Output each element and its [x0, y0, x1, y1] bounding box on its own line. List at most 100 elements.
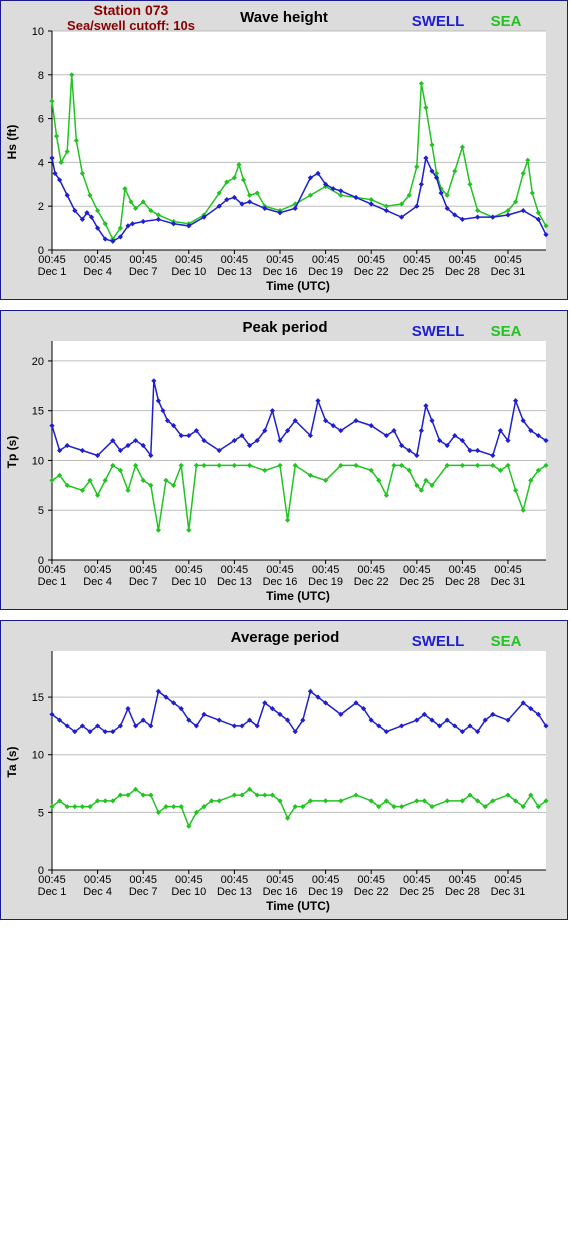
- x-tick-date-label: Dec 16: [263, 266, 298, 278]
- x-tick-date-label: Dec 28: [445, 266, 480, 278]
- x-tick-time-label: 00:45: [175, 874, 203, 886]
- x-tick-time-label: 00:45: [175, 254, 203, 266]
- x-tick-date-label: Dec 1: [38, 576, 67, 588]
- x-tick-date-label: Dec 4: [83, 576, 112, 588]
- average-period-chart: Average period SWELL SEA Ta (s) Time (UT…: [5, 629, 549, 913]
- x-tick-time-label: 00:45: [312, 254, 340, 266]
- y-tick-label: 2: [38, 201, 44, 213]
- x-tick-time-label: 00:45: [357, 254, 385, 266]
- x-tick-date-label: Dec 19: [308, 886, 343, 898]
- y-tick-label: 20: [32, 356, 44, 368]
- legend-sea: SEA: [491, 323, 522, 340]
- x-tick-time-label: 00:45: [129, 564, 157, 576]
- x-tick-time-label: 00:45: [449, 874, 477, 886]
- x-tick-time-label: 00:45: [129, 874, 157, 886]
- x-tick-time-label: 00:45: [449, 254, 477, 266]
- y-axis-label: Tp (s): [5, 436, 19, 469]
- x-tick-time-label: 00:45: [221, 564, 249, 576]
- chart-title: Wave height: [240, 9, 328, 26]
- x-tick-date-label: Dec 1: [38, 886, 67, 898]
- x-axis-label: Time (UTC): [266, 899, 330, 913]
- y-tick-label: 10: [32, 750, 44, 762]
- peak-period-chart: Peak period SWELL SEA Tp (s) Time (UTC) …: [5, 319, 549, 603]
- y-tick-label: 15: [32, 692, 44, 704]
- x-tick-time-label: 00:45: [266, 564, 294, 576]
- x-tick-date-label: Dec 10: [171, 266, 206, 278]
- y-tick-label: 5: [38, 505, 44, 517]
- y-axis-label: Hs (ft): [5, 125, 19, 160]
- x-tick-date-label: Dec 16: [263, 886, 298, 898]
- x-tick-date-label: Dec 10: [171, 886, 206, 898]
- plot-area: [52, 31, 546, 250]
- x-tick-date-label: Dec 31: [491, 576, 526, 588]
- x-tick-date-label: Dec 7: [129, 266, 158, 278]
- x-tick-date-label: Dec 31: [491, 266, 526, 278]
- x-tick-date-label: Dec 28: [445, 886, 480, 898]
- y-tick-label: 15: [32, 406, 44, 418]
- x-axis-label: Time (UTC): [266, 589, 330, 603]
- x-tick-date-label: Dec 13: [217, 576, 252, 588]
- x-tick-time-label: 00:45: [403, 254, 431, 266]
- x-tick-time-label: 00:45: [494, 874, 522, 886]
- x-tick-time-label: 00:45: [449, 564, 477, 576]
- y-tick-label: 10: [32, 26, 44, 38]
- legend-swell: SWELL: [412, 323, 465, 340]
- x-tick-time-label: 00:45: [403, 874, 431, 886]
- x-tick-time-label: 00:45: [38, 874, 66, 886]
- x-tick-date-label: Dec 22: [354, 576, 389, 588]
- x-tick-time-label: 00:45: [357, 564, 385, 576]
- x-tick-date-label: Dec 19: [308, 576, 343, 588]
- wave-height-panel: Station 073 Sea/swell cutoff: 10s Wave h…: [0, 0, 568, 300]
- x-tick-time-label: 00:45: [221, 874, 249, 886]
- x-tick-time-label: 00:45: [129, 254, 157, 266]
- x-tick-time-label: 00:45: [221, 254, 249, 266]
- x-tick-time-label: 00:45: [84, 254, 112, 266]
- x-tick-date-label: Dec 19: [308, 266, 343, 278]
- x-tick-date-label: Dec 25: [399, 886, 434, 898]
- x-tick-date-label: Dec 25: [399, 576, 434, 588]
- peak-period-panel: Peak period SWELL SEA Tp (s) Time (UTC) …: [0, 310, 568, 610]
- x-axis-label: Time (UTC): [266, 279, 330, 293]
- x-tick-date-label: Dec 7: [129, 886, 158, 898]
- x-tick-time-label: 00:45: [357, 874, 385, 886]
- x-tick-date-label: Dec 22: [354, 886, 389, 898]
- x-tick-time-label: 00:45: [494, 564, 522, 576]
- x-tick-date-label: Dec 22: [354, 266, 389, 278]
- x-tick-date-label: Dec 1: [38, 266, 67, 278]
- x-tick-time-label: 00:45: [38, 564, 66, 576]
- x-tick-date-label: Dec 4: [83, 266, 112, 278]
- legend-sea: SEA: [491, 633, 522, 650]
- legend-swell: SWELL: [412, 13, 465, 30]
- x-tick-time-label: 00:45: [312, 564, 340, 576]
- x-tick-date-label: Dec 25: [399, 266, 434, 278]
- chart-title: Average period: [231, 629, 340, 646]
- y-tick-label: 10: [32, 455, 44, 467]
- y-axis-label: Ta (s): [5, 746, 19, 777]
- legend-swell: SWELL: [412, 633, 465, 650]
- plot-area: [52, 651, 546, 870]
- x-tick-date-label: Dec 7: [129, 576, 158, 588]
- y-tick-label: 4: [38, 157, 44, 169]
- x-tick-date-label: Dec 31: [491, 886, 526, 898]
- y-tick-label: 5: [38, 807, 44, 819]
- x-tick-time-label: 00:45: [266, 874, 294, 886]
- x-tick-time-label: 00:45: [403, 564, 431, 576]
- x-tick-date-label: Dec 13: [217, 266, 252, 278]
- x-tick-date-label: Dec 13: [217, 886, 252, 898]
- x-tick-time-label: 00:45: [175, 564, 203, 576]
- x-tick-date-label: Dec 28: [445, 576, 480, 588]
- x-tick-date-label: Dec 10: [171, 576, 206, 588]
- x-tick-time-label: 00:45: [38, 254, 66, 266]
- y-tick-label: 6: [38, 114, 44, 126]
- x-tick-time-label: 00:45: [266, 254, 294, 266]
- chart-title: Peak period: [242, 319, 327, 336]
- x-tick-time-label: 00:45: [84, 874, 112, 886]
- wave-height-chart: Station 073 Sea/swell cutoff: 10s Wave h…: [5, 2, 549, 293]
- station-title: Station 073: [94, 2, 169, 18]
- x-tick-time-label: 00:45: [312, 874, 340, 886]
- y-tick-label: 8: [38, 70, 44, 82]
- x-tick-time-label: 00:45: [84, 564, 112, 576]
- x-tick-time-label: 00:45: [494, 254, 522, 266]
- legend-sea: SEA: [491, 13, 522, 30]
- average-period-panel: Average period SWELL SEA Ta (s) Time (UT…: [0, 620, 568, 920]
